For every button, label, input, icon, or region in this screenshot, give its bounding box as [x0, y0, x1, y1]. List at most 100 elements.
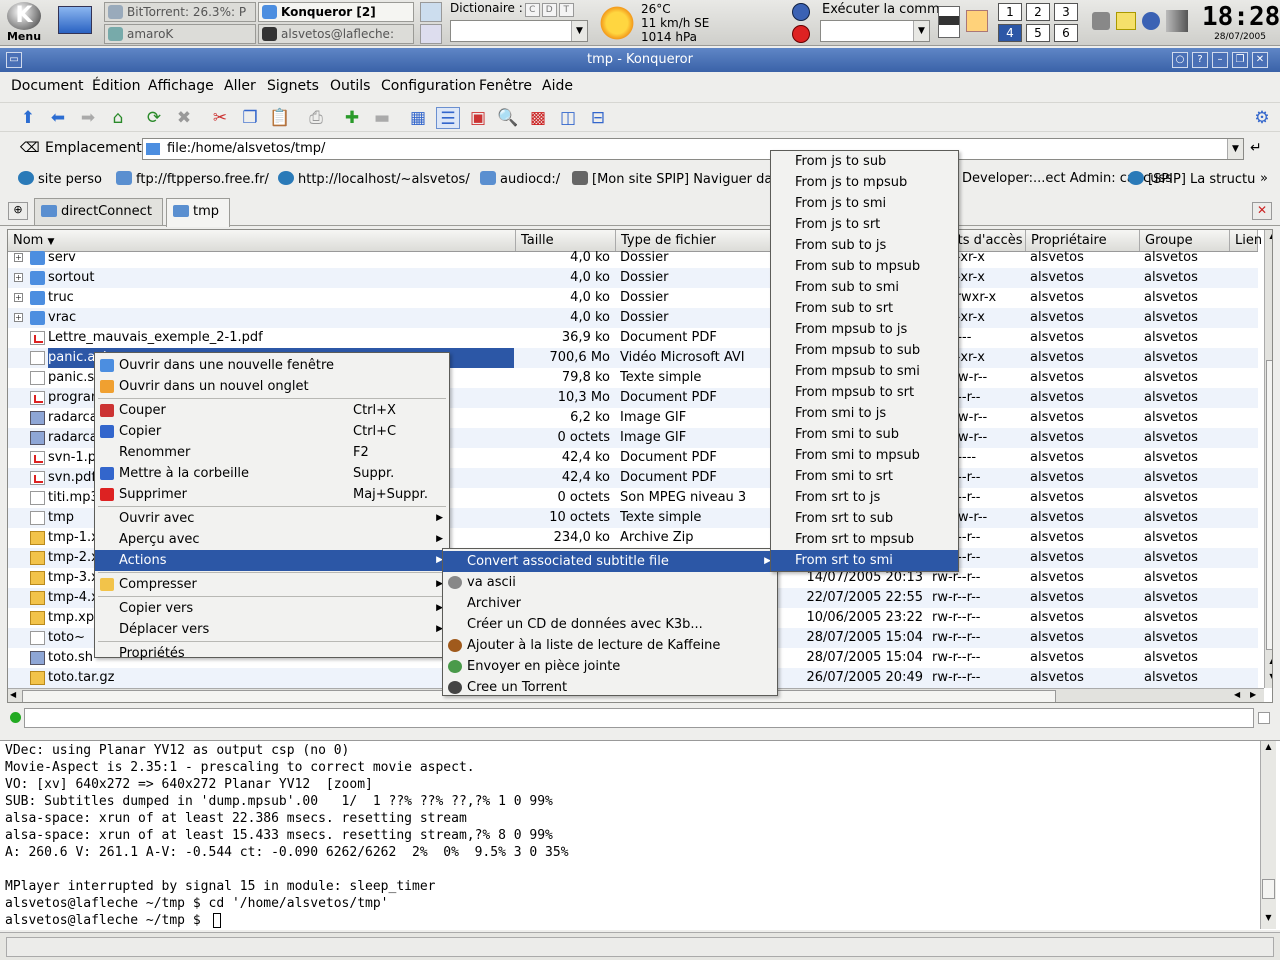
subtitle-menu-item[interactable]: From js to smi [771, 193, 958, 214]
file-name[interactable]: truc [48, 288, 514, 308]
table-row[interactable]: Lettre_mauvais_exemple_2-1.pdf 36,9 ko Doc… [8, 328, 1258, 348]
close-button[interactable]: ✕ [1252, 52, 1268, 68]
actions-menu-item[interactable]: Créer un CD de données avec K3b... [443, 614, 777, 635]
network-icon[interactable] [1092, 12, 1110, 30]
close-tab-icon[interactable]: ✕ [1252, 202, 1272, 220]
help-button[interactable]: ? [1192, 52, 1208, 68]
subtitle-menu-item[interactable]: From sub to js [771, 235, 958, 256]
actions-menu-item[interactable]: Archiver [443, 593, 777, 614]
split-vertical-icon[interactable]: ◫ [556, 107, 580, 129]
tab-tmp[interactable]: tmp [166, 198, 231, 227]
menu-aller[interactable]: Aller [224, 78, 256, 94]
volume-icon[interactable] [1166, 10, 1188, 32]
subtitle-menu-item[interactable]: From srt to smi [771, 550, 958, 571]
zoom-out-icon[interactable]: ▬ [370, 107, 394, 129]
subtitle-menu-item[interactable]: From sub to smi [771, 277, 958, 298]
lock-icon[interactable] [792, 3, 810, 21]
find-icon[interactable]: 🔍 [496, 107, 520, 129]
subtitle-menu-item[interactable]: From smi to js [771, 403, 958, 424]
dict-t-button[interactable]: T [558, 3, 574, 17]
menu-fenetre[interactable]: Fenêtre [479, 78, 532, 94]
context-menu-item[interactable]: Ouvrir dans une nouvelle fenêtre [95, 355, 449, 376]
split-horizontal-icon[interactable]: ⊟ [586, 107, 610, 129]
konqueror-gear-icon[interactable]: ⚙ [1250, 107, 1274, 129]
clear-location-icon[interactable]: ⌫ [20, 140, 40, 156]
reload-icon[interactable]: ⟳ [142, 107, 166, 129]
file-name[interactable]: serv [48, 248, 514, 268]
file-name[interactable]: sortout [48, 268, 514, 288]
paste-icon[interactable]: 📋 [268, 107, 292, 129]
dict-c-button[interactable]: C [524, 3, 540, 17]
menu-affichage[interactable]: Affichage [148, 78, 214, 94]
minimize-button[interactable]: – [1212, 52, 1228, 68]
print-icon[interactable]: ⎙ [304, 107, 328, 129]
expand-icon[interactable]: + [14, 253, 23, 262]
tab-directconnect[interactable]: directConnect [34, 198, 163, 225]
subtitle-menu-item[interactable]: From mpsub to smi [771, 361, 958, 382]
dict-d-button[interactable]: D [541, 3, 557, 17]
subtitle-menu-item[interactable]: From js to mpsub [771, 172, 958, 193]
subtitle-menu-item[interactable]: From smi to sub [771, 424, 958, 445]
task-amarok[interactable]: amaroK [104, 24, 256, 44]
task-bittorrent[interactable]: BitTorrent: 26.3%: P [104, 2, 256, 22]
actions-menu-item[interactable]: va ascii [443, 572, 777, 593]
subtitle-menu-item[interactable]: From js to srt [771, 214, 958, 235]
desktop-2[interactable]: 2 [1026, 3, 1050, 21]
filesize-view-icon[interactable]: ▩ [526, 107, 550, 129]
info-icon[interactable] [1142, 12, 1160, 30]
subtitle-menu-item[interactable]: From srt to sub [771, 508, 958, 529]
context-menu-item[interactable]: Ouvrir avec ▶ [95, 508, 449, 529]
file-list-vscrollbar[interactable]: ▲ ▲ ▼ [1264, 230, 1272, 688]
stop-icon[interactable]: ✖ [172, 107, 196, 129]
menu-configuration[interactable]: Configuration [381, 78, 476, 94]
scroll-up-icon[interactable]: ▲ [1262, 742, 1275, 751]
file-name[interactable]: Lettre_mauvais_exemple_2-1.pdf [48, 328, 514, 348]
table-row[interactable]: +truc4,0 koDossier43rwxrwxr-xalsvetosals… [8, 288, 1258, 308]
context-menu-item[interactable]: Aperçu avec ▶ [95, 529, 449, 550]
link-view-checkbox[interactable] [1258, 712, 1270, 724]
desktop-1[interactable]: 1 [998, 3, 1022, 21]
desktop-3[interactable]: 3 [1054, 3, 1078, 21]
sticky-button[interactable]: ○ [1172, 52, 1188, 68]
eyedropper-icon[interactable] [420, 2, 442, 22]
bookmark-localhost[interactable]: http://localhost/~alsvetos/ [278, 171, 470, 187]
menu-document[interactable]: Document [11, 78, 84, 94]
actions-menu-item[interactable]: Ajouter à la liste de lecture de Kaffein… [443, 635, 777, 656]
subtitle-menu-item[interactable]: From srt to mpsub [771, 529, 958, 550]
terminal-output[interactable]: VDec: using Planar YV12 as output csp (n… [0, 740, 1280, 930]
menu-edition[interactable]: Édition [92, 78, 140, 94]
go-icon[interactable]: ↵ [1250, 140, 1262, 156]
multicolumn-view-icon[interactable]: ▣ [466, 107, 490, 129]
context-menu-item[interactable]: Supprimer Maj+Suppr. [95, 484, 449, 505]
actions-menu-item[interactable]: Envoyer en pièce jointe [443, 656, 777, 677]
zoom-in-icon[interactable]: ✚ [340, 107, 364, 129]
context-menu-item[interactable]: Copier Ctrl+C [95, 421, 449, 442]
dictionary-input[interactable]: ▼ [450, 20, 588, 42]
scroll-up-icon[interactable]: ▲ [1266, 231, 1272, 245]
subtitle-menu-item[interactable]: From smi to mpsub [771, 445, 958, 466]
desktop-4[interactable]: 4 [998, 24, 1022, 42]
bookmark-spip-site[interactable]: [Mon site SPIP] Naviguer dans [572, 171, 787, 187]
pager-preview-icon[interactable] [938, 6, 960, 38]
menu-signets[interactable]: Signets [267, 78, 319, 94]
window-menu-icon[interactable]: ▭ [6, 52, 22, 68]
terminal-scrollbar[interactable]: ▲ ▼ [1260, 741, 1276, 929]
tree-view-icon[interactable]: ☰ [436, 107, 460, 129]
bookmark-ftpperso[interactable]: ftp://ftpperso.free.fr/ [116, 171, 269, 187]
new-tab-icon[interactable]: ⊕ [8, 202, 28, 220]
scroll-right-icon[interactable]: ▶ [1250, 690, 1256, 699]
context-menu-item[interactable]: Mettre à la corbeille Suppr. [95, 463, 449, 484]
show-desktop-icon[interactable] [58, 6, 92, 34]
actions-menu-item[interactable]: Convert associated subtitle file ▶ [443, 551, 777, 572]
subtitle-menu-item[interactable]: From mpsub to srt [771, 382, 958, 403]
expand-icon[interactable]: + [14, 313, 23, 322]
subtitle-menu-item[interactable]: From mpsub to sub [771, 340, 958, 361]
location-input[interactable]: file:/home/alsvetos/tmp/ ▼ [142, 138, 1244, 160]
scroll-up-icon[interactable]: ▲ [1266, 656, 1272, 670]
desktop-5[interactable]: 5 [1026, 24, 1050, 42]
scroll-down-icon[interactable]: ▼ [1262, 913, 1275, 922]
subtitle-menu-item[interactable]: From sub to mpsub [771, 256, 958, 277]
table-row[interactable]: +sortout4,0 koDossierrwx-xr-xalsvetosals… [8, 268, 1258, 288]
chevron-down-icon[interactable]: ▼ [571, 21, 587, 41]
desktop-6[interactable]: 6 [1054, 24, 1078, 42]
